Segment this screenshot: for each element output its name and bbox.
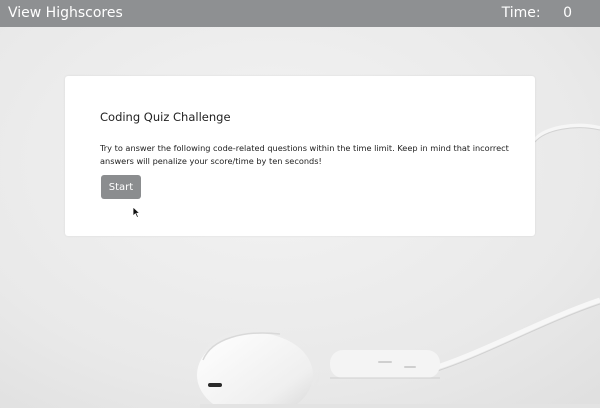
mouse-pointer-icon: [132, 206, 141, 219]
view-highscores-link[interactable]: View Highscores: [8, 5, 123, 21]
time-value: 0: [563, 5, 572, 21]
start-button[interactable]: Start: [101, 175, 141, 199]
quiz-description: Try to answer the following code-related…: [100, 143, 509, 166]
time-label: Time:: [501, 5, 541, 21]
quiz-title: Coding Quiz Challenge: [100, 110, 231, 124]
top-bar: View Highscores Time: 0: [0, 0, 600, 27]
timer: Time: 0: [502, 5, 572, 21]
